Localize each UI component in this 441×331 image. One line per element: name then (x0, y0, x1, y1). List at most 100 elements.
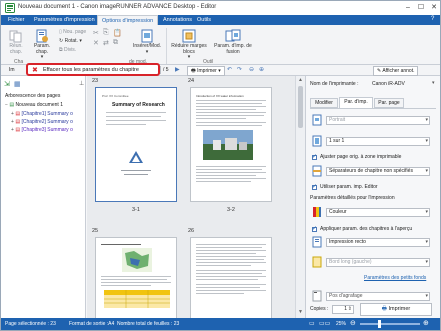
reun-chap-button[interactable]: Réun. chap. (4, 29, 28, 55)
help-icon[interactable]: ? (431, 16, 434, 22)
tab-annotations[interactable]: Annotations (159, 15, 196, 25)
ribbon-tab-bar: Fichier Paramètres d'impression Options … (1, 15, 440, 25)
tab-fichier[interactable]: Fichier (4, 15, 29, 25)
two-page-view-icon[interactable]: ▭▭ (319, 320, 330, 327)
chevron-down-icon: ▾ (40, 54, 44, 60)
preview-scrollbar[interactable]: ▲ ▼ (295, 76, 305, 318)
print-button[interactable]: 🖶 Imprimer (360, 303, 432, 316)
window-title: Nouveau document 1 - Canon imageRUNNER A… (18, 4, 217, 10)
tab-options-impression[interactable]: Options d'impression (97, 15, 159, 25)
inserer-mod-button[interactable]: Insérer/Mod. ▾ (131, 29, 163, 55)
close-button[interactable]: ✕ (428, 3, 440, 12)
zoom-out-icon[interactable]: ⊖ (249, 66, 254, 73)
divis-button[interactable]: ⧉ Divis. (59, 47, 76, 53)
chapter-icon: ▤ (15, 111, 21, 117)
rotat-button[interactable]: ↻ Rotat. ▾ (59, 38, 82, 44)
page-number: 26 (188, 228, 195, 234)
page-small-heading: Introduction of XX water information (196, 94, 244, 98)
copy-icon[interactable]: ⎘ (103, 29, 109, 37)
apply-chapter-settings-label: Appliquer param. des chapitres à l'aperç… (320, 226, 413, 232)
reduire-marges-label: Réduire marges blocs (171, 43, 207, 55)
zoom-out-icon[interactable]: ⊖ (350, 319, 356, 327)
toolbar-label: Im (9, 67, 15, 73)
printer-icon: 🖶 (381, 306, 387, 312)
copies-label: Copies : (310, 306, 329, 312)
tab-modifier[interactable]: Modifier (310, 98, 338, 108)
separator-icon (312, 165, 322, 177)
duplex-icon (312, 236, 322, 248)
tree-item-chapter3[interactable]: + ▤ [Chapitre3] Summary o (11, 127, 73, 133)
portrait-icon (312, 114, 322, 126)
zoom-in-icon[interactable]: ⊕ (259, 66, 264, 73)
annotation-icon: ✎ (377, 68, 382, 74)
cut-icon[interactable]: ✂ (93, 29, 99, 37)
photo-image (203, 130, 253, 160)
delete-icon[interactable]: ✕ (93, 39, 99, 47)
page-label: 3-1 (132, 207, 140, 213)
page-preview-area[interactable]: 23 Prof. XX Committee Summary of Researc… (87, 76, 295, 318)
title-bar: Nouveau document 1 - Canon imageRUNNER A… (1, 1, 440, 15)
detailed-settings-label: Paramètres détaillés pour l'impression (310, 195, 395, 201)
copies-input[interactable]: 1 ⇕ (332, 305, 354, 314)
chevron-down-icon[interactable]: ▾ (432, 80, 435, 86)
insert-page-icon (141, 29, 153, 43)
document-icon: ▤ (9, 102, 15, 108)
minimize-button[interactable]: – (402, 3, 414, 12)
page-thumbnail[interactable] (190, 237, 272, 318)
param-fusion-button[interactable]: Param. d'imp. de fusion (213, 29, 253, 55)
apply-chapter-settings-checkbox[interactable] (312, 225, 317, 232)
clear-icon: ✖ (32, 67, 38, 74)
tab-par-imp[interactable]: Par. d'imp. (339, 97, 373, 108)
scroll-up-icon[interactable]: ▲ (298, 77, 303, 83)
tree-view-icon[interactable]: ⇲ (4, 80, 10, 88)
zoom-in-icon[interactable]: ⊕ (423, 319, 429, 327)
chapter-separator-select[interactable]: Séparateurs de chapitre non spécifiés ▾ (326, 167, 430, 176)
paste-icon[interactable]: 📋 (113, 29, 122, 37)
redo-icon[interactable]: ↷ (237, 66, 242, 73)
scroll-down-icon[interactable]: ▼ (298, 309, 303, 315)
tree-item-chapter2[interactable]: + ▤ [Chapitre2] Summary o (11, 119, 73, 125)
page-thumbnail[interactable] (95, 237, 177, 318)
chapter-settings-icon (36, 29, 48, 43)
tab-outils[interactable]: Outils (193, 15, 215, 25)
clear-chapter-settings-tooltip[interactable]: ✖ Effacer tous les paramètres du chapitr… (26, 63, 160, 76)
adjust-page-checkbox[interactable] (312, 153, 317, 160)
use-editor-settings-label: Utiliser param. imp. Editor (320, 184, 378, 190)
tab-par-page[interactable]: Par. page (374, 98, 404, 108)
page-thumbnail[interactable]: Introduction of XX water information (190, 87, 272, 202)
table-image (104, 290, 170, 308)
show-annotations-button[interactable]: ✎ Afficher annot. (373, 66, 419, 76)
thumbnail-view-icon[interactable]: ▦ (14, 80, 21, 88)
move-icon[interactable]: ⇄ (103, 39, 109, 47)
zoom-slider[interactable] (360, 320, 420, 328)
nou-page-button[interactable]: ▯ Nou. page (59, 29, 86, 35)
stapling-select[interactable]: Pos d'agrafage ▾ (326, 292, 430, 301)
next-page-icon[interactable]: ▶ (175, 66, 180, 73)
pages-per-sheet-select[interactable]: 1 sur 1 ▾ (326, 137, 430, 146)
duplex-select[interactable]: Impression recto ▾ (326, 238, 430, 247)
maximize-button[interactable]: ☐ (415, 3, 427, 12)
tree-item-chapter1[interactable]: + ▤ [Chapitre1] Summary o (11, 111, 73, 117)
color-icon (313, 207, 321, 217)
page-thumbnail[interactable]: Prof. XX Committee Summary of Research (95, 87, 177, 202)
tree-item-document[interactable]: − ▤ Nouveau document 1 (5, 102, 63, 108)
page-heading: Summary of Research (112, 102, 165, 108)
single-page-view-icon[interactable]: ▭ (309, 320, 315, 327)
orientation-select[interactable]: Portrait ▾ (326, 116, 430, 125)
small-params-link[interactable]: Paramètres des petits fonds (364, 275, 426, 281)
reduire-marges-button[interactable]: Réduire marges blocs ▾ (171, 29, 207, 61)
tab-parametres-impression[interactable]: Paramètres d'impression (30, 15, 99, 25)
reduce-margins-icon (182, 29, 196, 43)
color-mode-select[interactable]: Couleur ▾ (326, 208, 430, 217)
duplicate-icon[interactable]: ⧉ (113, 39, 118, 47)
pin-icon[interactable]: ⊥ (79, 80, 84, 87)
reun-chap-label: Réun. chap. (9, 43, 23, 55)
toolbar-print-button[interactable]: 🖶 Imprimer ▾ (187, 66, 225, 76)
zoom-slider-thumb[interactable] (378, 320, 381, 328)
undo-icon[interactable]: ↶ (227, 66, 232, 73)
use-editor-settings-checkbox[interactable] (312, 183, 317, 190)
param-chap-button[interactable]: Param. chap. ▾ (30, 29, 54, 61)
scrollbar-thumb[interactable] (298, 86, 303, 128)
binding-select[interactable]: Bord long (gauche) ▾ (326, 258, 430, 267)
chevron-down-icon: ▾ (145, 48, 149, 55)
